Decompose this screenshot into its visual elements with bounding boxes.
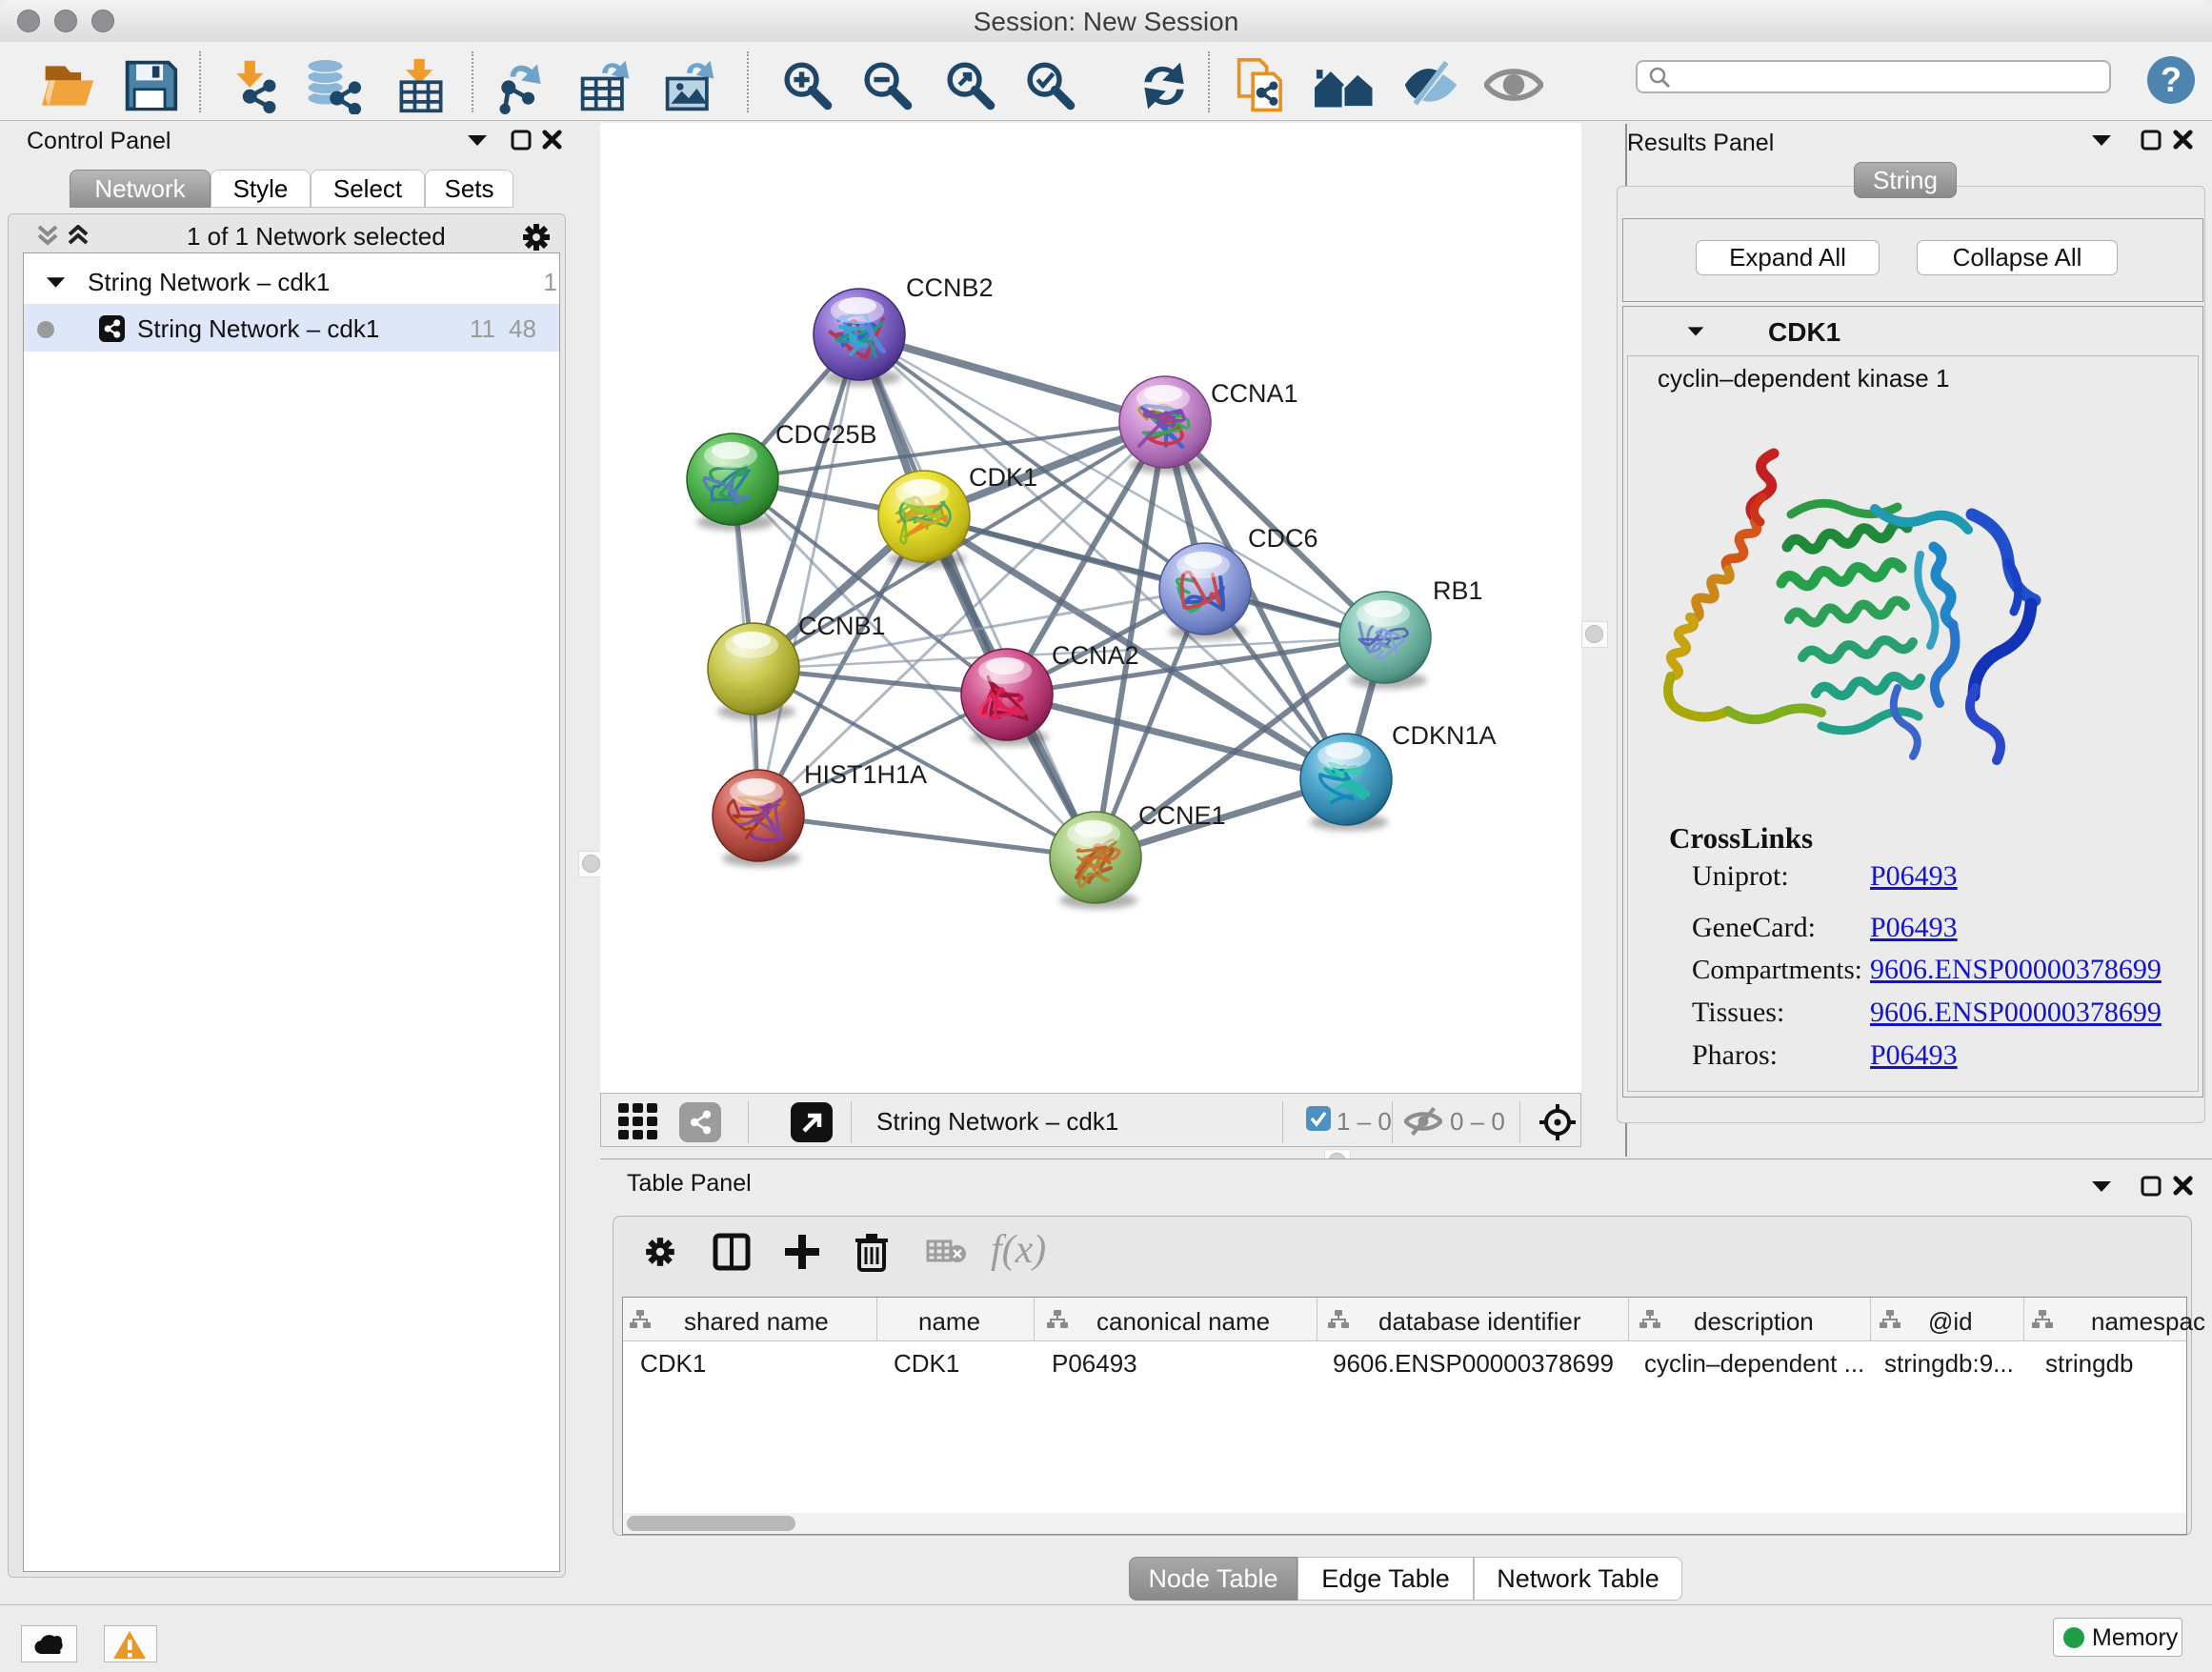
svg-text:CDC6: CDC6: [1248, 524, 1318, 553]
svg-text:CCNB1: CCNB1: [798, 612, 886, 640]
svg-text:CCNA2: CCNA2: [1052, 641, 1139, 670]
svg-text:CDKN1A: CDKN1A: [1392, 721, 1497, 750]
svg-text:HIST1H1A: HIST1H1A: [804, 760, 927, 789]
svg-text:CDK1: CDK1: [969, 463, 1037, 492]
svg-text:RB1: RB1: [1433, 576, 1483, 605]
svg-text:CCNB2: CCNB2: [906, 273, 994, 302]
svg-text:CCNE1: CCNE1: [1138, 801, 1226, 830]
svg-text:CDC25B: CDC25B: [775, 420, 877, 449]
svg-text:CCNA1: CCNA1: [1211, 379, 1298, 408]
